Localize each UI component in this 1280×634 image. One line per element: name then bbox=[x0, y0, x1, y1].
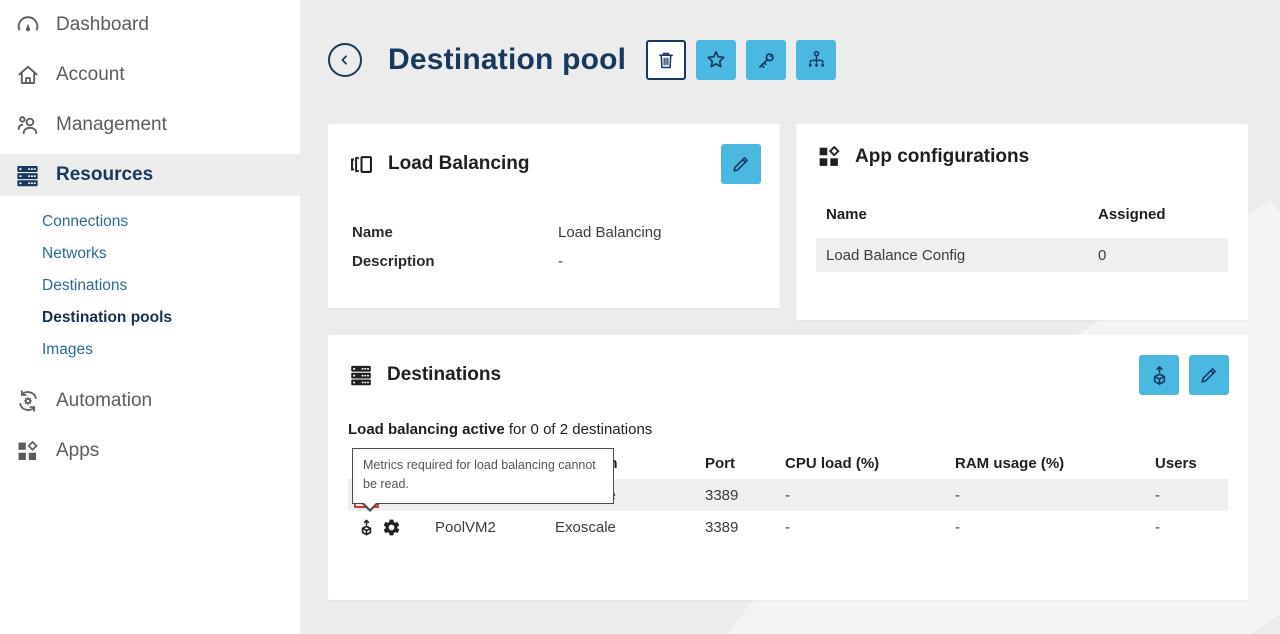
page-header: Destination pool bbox=[328, 36, 1250, 84]
table-row[interactable]: Load Balance Config 0 bbox=[816, 238, 1228, 272]
destination-port: 3389 bbox=[705, 487, 785, 504]
page-title: Destination pool bbox=[388, 43, 626, 77]
sidebar: Dashboard Account Management bbox=[0, 0, 300, 634]
key-icon bbox=[755, 49, 778, 72]
settings-icon[interactable] bbox=[381, 517, 402, 538]
column-header-cpu: CPU load (%) bbox=[785, 455, 955, 472]
delete-button[interactable] bbox=[646, 40, 686, 80]
sidebar-item-automation[interactable]: Automation bbox=[0, 376, 300, 426]
destination-location: Exoscale bbox=[555, 519, 705, 536]
apps-icon bbox=[816, 144, 842, 170]
detail-label: Name bbox=[352, 218, 558, 247]
sidebar-item-apps[interactable]: Apps bbox=[0, 426, 300, 476]
destination-ram: - bbox=[955, 487, 1155, 504]
sidebar-item-resources[interactable]: Resources bbox=[0, 154, 300, 196]
apps-icon bbox=[14, 438, 41, 465]
sidebar-item-label: Automation bbox=[56, 390, 152, 412]
deploy-destination-button[interactable] bbox=[1139, 355, 1179, 395]
app-configurations-card: App configurations Name Assigned Load Ba… bbox=[796, 124, 1248, 320]
app-root: Dashboard Account Management bbox=[0, 0, 1280, 634]
servers-icon bbox=[14, 162, 41, 189]
edit-destinations-button[interactable] bbox=[1189, 355, 1229, 395]
column-header-users: Users bbox=[1155, 455, 1228, 472]
hierarchy-button[interactable] bbox=[796, 40, 836, 80]
sidebar-item-label: Apps bbox=[56, 440, 99, 462]
destination-users: - bbox=[1155, 487, 1228, 504]
column-header-port: Port bbox=[705, 455, 785, 472]
sidebar-item-label: Resources bbox=[56, 164, 153, 186]
sidebar-item-account[interactable]: Account bbox=[0, 50, 300, 100]
trash-icon bbox=[655, 49, 677, 71]
automation-icon bbox=[14, 388, 41, 415]
destinations-card: Destinations bbox=[328, 335, 1248, 600]
sidebar-item-images[interactable]: Images bbox=[42, 334, 300, 366]
deploy-icon bbox=[1148, 364, 1171, 387]
sidebar-item-label: Management bbox=[56, 114, 167, 136]
column-header-assigned: Assigned bbox=[1088, 206, 1228, 223]
load-balancer-icon bbox=[348, 151, 375, 178]
card-title: Load Balancing bbox=[388, 153, 529, 175]
card-title: App configurations bbox=[855, 146, 1029, 168]
metrics-tooltip: Metrics required for load balancing cann… bbox=[352, 448, 614, 504]
sidebar-item-dashboard[interactable]: Dashboard bbox=[0, 0, 300, 50]
resources-subnav: Connections Networks Destinations Destin… bbox=[0, 200, 300, 376]
card-title: Destinations bbox=[387, 364, 501, 386]
table-header: Name Assigned bbox=[816, 206, 1228, 223]
detail-row: Name Load Balancing bbox=[352, 218, 760, 247]
sidebar-item-destinations[interactable]: Destinations bbox=[42, 270, 300, 302]
destination-ram: - bbox=[955, 519, 1155, 536]
servers-icon bbox=[348, 362, 374, 388]
config-assigned: 0 bbox=[1088, 247, 1228, 264]
detail-label: Description bbox=[352, 247, 558, 276]
sidebar-item-connections[interactable]: Connections bbox=[42, 206, 300, 238]
pencil-icon bbox=[730, 153, 752, 175]
load-balancing-status: Load balancing active for 0 of 2 destina… bbox=[348, 421, 1248, 438]
destination-cpu: - bbox=[785, 487, 955, 504]
back-button[interactable] bbox=[328, 43, 362, 77]
destination-users: - bbox=[1155, 519, 1228, 536]
column-header-ram: RAM usage (%) bbox=[955, 455, 1155, 472]
sidebar-item-label: Account bbox=[56, 64, 125, 86]
sidebar-item-destination-pools[interactable]: Destination pools bbox=[42, 302, 300, 334]
load-balancing-card: Load Balancing Name Load Balancing bbox=[328, 124, 780, 308]
pencil-icon bbox=[1198, 364, 1220, 386]
detail-value: - bbox=[558, 247, 760, 276]
destination-name: PoolVM2 bbox=[435, 519, 555, 536]
favorite-button[interactable] bbox=[696, 40, 736, 80]
credentials-button[interactable] bbox=[746, 40, 786, 80]
detail-value: Load Balancing bbox=[558, 218, 760, 247]
detail-row: Description - bbox=[352, 247, 760, 276]
users-icon bbox=[14, 112, 41, 139]
gauge-icon bbox=[14, 12, 41, 39]
sidebar-item-management[interactable]: Management bbox=[0, 100, 300, 150]
sidebar-item-label: Dashboard bbox=[56, 14, 149, 36]
edit-load-balancing-button[interactable] bbox=[721, 144, 761, 184]
config-name: Load Balance Config bbox=[816, 247, 1088, 264]
sidebar-item-networks[interactable]: Networks bbox=[42, 238, 300, 270]
header-actions bbox=[646, 40, 836, 80]
sitemap-icon bbox=[805, 49, 828, 72]
home-icon bbox=[14, 62, 41, 89]
column-header-name: Name bbox=[816, 206, 1088, 223]
destination-cpu: - bbox=[785, 519, 955, 536]
app-configurations-table: Name Assigned Load Balance Config 0 bbox=[796, 170, 1248, 272]
destination-port: 3389 bbox=[705, 519, 785, 536]
destination-row-poolvm2[interactable]: PoolVM2 Exoscale 3389 - - - bbox=[348, 511, 1228, 543]
load-balancing-details: Name Load Balancing Description - bbox=[328, 184, 780, 276]
star-icon bbox=[704, 48, 728, 72]
main-content: Destination pool bbox=[300, 0, 1280, 634]
